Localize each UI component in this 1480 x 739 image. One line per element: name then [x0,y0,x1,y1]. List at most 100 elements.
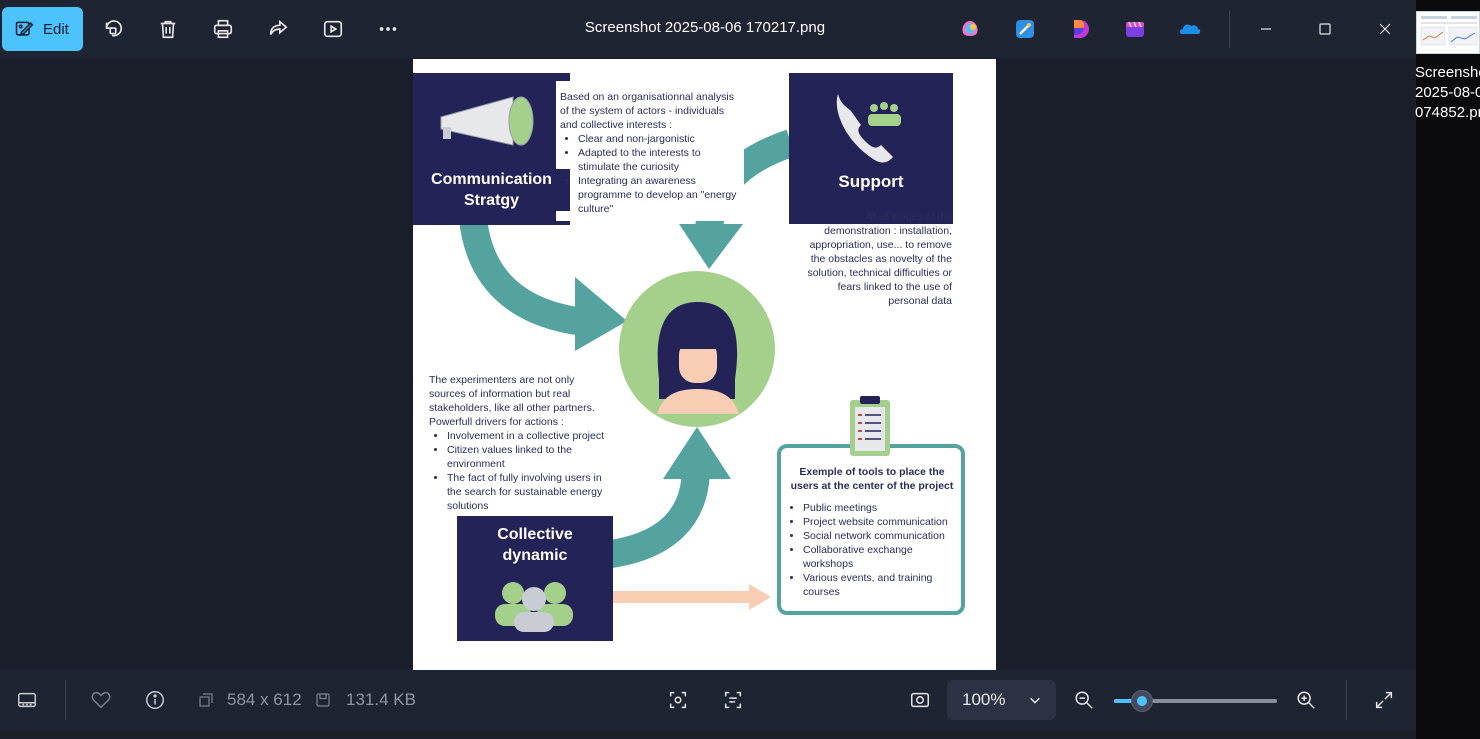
chevron-down-icon [1030,697,1040,704]
photos-app-window: Edit Screenshot 2025-08-06 170217.png Co… [0,0,1416,730]
more-options-button[interactable] [369,10,407,48]
expand-icon [1375,691,1393,709]
fullscreen-button[interactable] [1372,688,1396,712]
file-size-icon [311,688,335,712]
more-icon [379,27,397,31]
support-title: Support [789,171,953,192]
displayed-image[interactable]: Communication Stratgy Based on an organi… [413,59,996,670]
copilot-icon[interactable] [958,17,982,41]
tools-text: Public meetings Project website communic… [785,501,955,599]
maximize-icon [1319,23,1331,35]
close-icon [1379,23,1391,35]
group-head-left [502,582,524,604]
share-icon [269,19,288,35]
minimize-button[interactable] [1251,14,1281,44]
info-icon [146,691,164,709]
list-item: Social network communication [803,529,955,543]
experimenters-bullets: Involvement in a collective project Citi… [429,429,609,513]
experimenters-text: The experimenters are not only sources o… [429,373,609,513]
group-head-center [522,587,546,611]
arrowhead-communication [575,277,627,351]
dimensions-icon [194,688,218,712]
designer-icon[interactable] [1068,17,1092,41]
visual-search-icon [669,691,687,709]
zoom-slider-thumb[interactable] [1130,690,1153,712]
info-button[interactable] [143,688,167,712]
visual-search-button[interactable] [666,688,690,712]
list-item: Adapted to the interests to stimulate th… [578,146,742,174]
slideshow-icon [323,20,343,38]
heart-icon [91,691,111,709]
actual-size-icon [911,692,929,708]
actual-size-button[interactable] [908,688,932,712]
delete-icon [160,20,176,39]
list-item: Collaborative exchange workshops [803,543,955,571]
filmstrip-button[interactable] [15,688,39,712]
window-title: Screenshot 2025-08-06 170217.png [584,19,826,36]
close-button[interactable] [1370,14,1400,44]
communication-title: Communication Stratgy [413,169,570,211]
delete-button[interactable] [149,10,187,48]
arrowhead-collective [663,427,731,479]
people-icon-2 [880,102,888,110]
status-bar: 584 x 612 131.4 KB 100% [0,670,1416,730]
people-icon-3 [890,104,898,112]
photos-editor-icon[interactable] [1013,17,1037,41]
share-button[interactable] [259,10,297,48]
rotate-button[interactable] [94,10,132,48]
list-item: Citizen values linked to the environment [447,443,609,471]
list-item: The fact of fully involving users in the… [447,471,609,513]
clipboard-paper [855,407,885,451]
favorite-button[interactable] [89,688,113,712]
filmstrip-icon [18,692,36,708]
maximize-button[interactable] [1310,14,1340,44]
list-item: Integrating an awareness programme to de… [578,174,742,216]
titlebar-separator [1229,10,1230,48]
print-button[interactable] [204,10,242,48]
list-item: Public meetings [803,501,955,515]
communication-intro: Based on an organisationnal analysis of … [560,91,734,131]
onedrive-icon[interactable] [1178,17,1202,41]
tools-title: Exemple of tools to place the users at t… [790,466,954,492]
tools-bullets: Public meetings Project website communic… [785,501,955,599]
list-item: Clear and non-jargonistic [578,132,742,146]
print-icon [213,19,233,39]
clipchamp-icon[interactable] [1123,17,1147,41]
edit-button[interactable]: Edit [2,7,83,51]
megaphone-handle [443,127,451,139]
experimenters-intro: The experimenters are not only sources o… [429,374,595,428]
slideshow-button[interactable] [314,10,352,48]
statusbar-separator [1346,680,1347,720]
group-head-right [544,582,566,604]
adjacent-filename: Screenshot 2025-08-0 074852.png [1415,64,1480,121]
title-bar: Edit Screenshot 2025-08-06 170217.png [0,0,1416,58]
people-icon-1 [870,104,878,112]
list-item: Various events, and training courses [803,571,955,599]
edit-label: Edit [43,20,69,38]
rotate-icon [105,20,123,37]
support-text: At all stages of the demonstration : ins… [807,211,952,307]
file-size: 131.4 KB [346,690,416,709]
text-scan-button[interactable] [721,688,745,712]
arrowhead-support [679,224,743,269]
zoom-out-icon [1075,691,1093,709]
arrowhead-tools [749,584,771,610]
list-item: Project website communication [803,515,955,529]
edit-icon [15,21,34,37]
zoom-in-button[interactable] [1294,688,1318,712]
group-body-center [514,612,554,632]
adjacent-thumbnail[interactable] [1416,11,1480,54]
text-scan-icon [724,691,742,709]
zoom-dropdown[interactable]: 100% [947,680,1056,720]
zoom-out-button[interactable] [1072,688,1096,712]
zoom-in-icon [1297,691,1315,709]
communication-bullets: Clear and non-jargonistic Adapted to the… [560,132,742,216]
collective-title: Collective dynamic [479,524,591,566]
clipboard-clip [860,396,880,404]
image-dimensions: 584 x 612 [227,690,302,709]
minimize-icon [1261,28,1271,30]
communication-text: Based on an organisationnal analysis of … [560,90,742,216]
zoom-level: 100% [962,690,1006,709]
people-icon-bodies [868,114,901,126]
list-item: Involvement in a collective project [447,429,609,443]
